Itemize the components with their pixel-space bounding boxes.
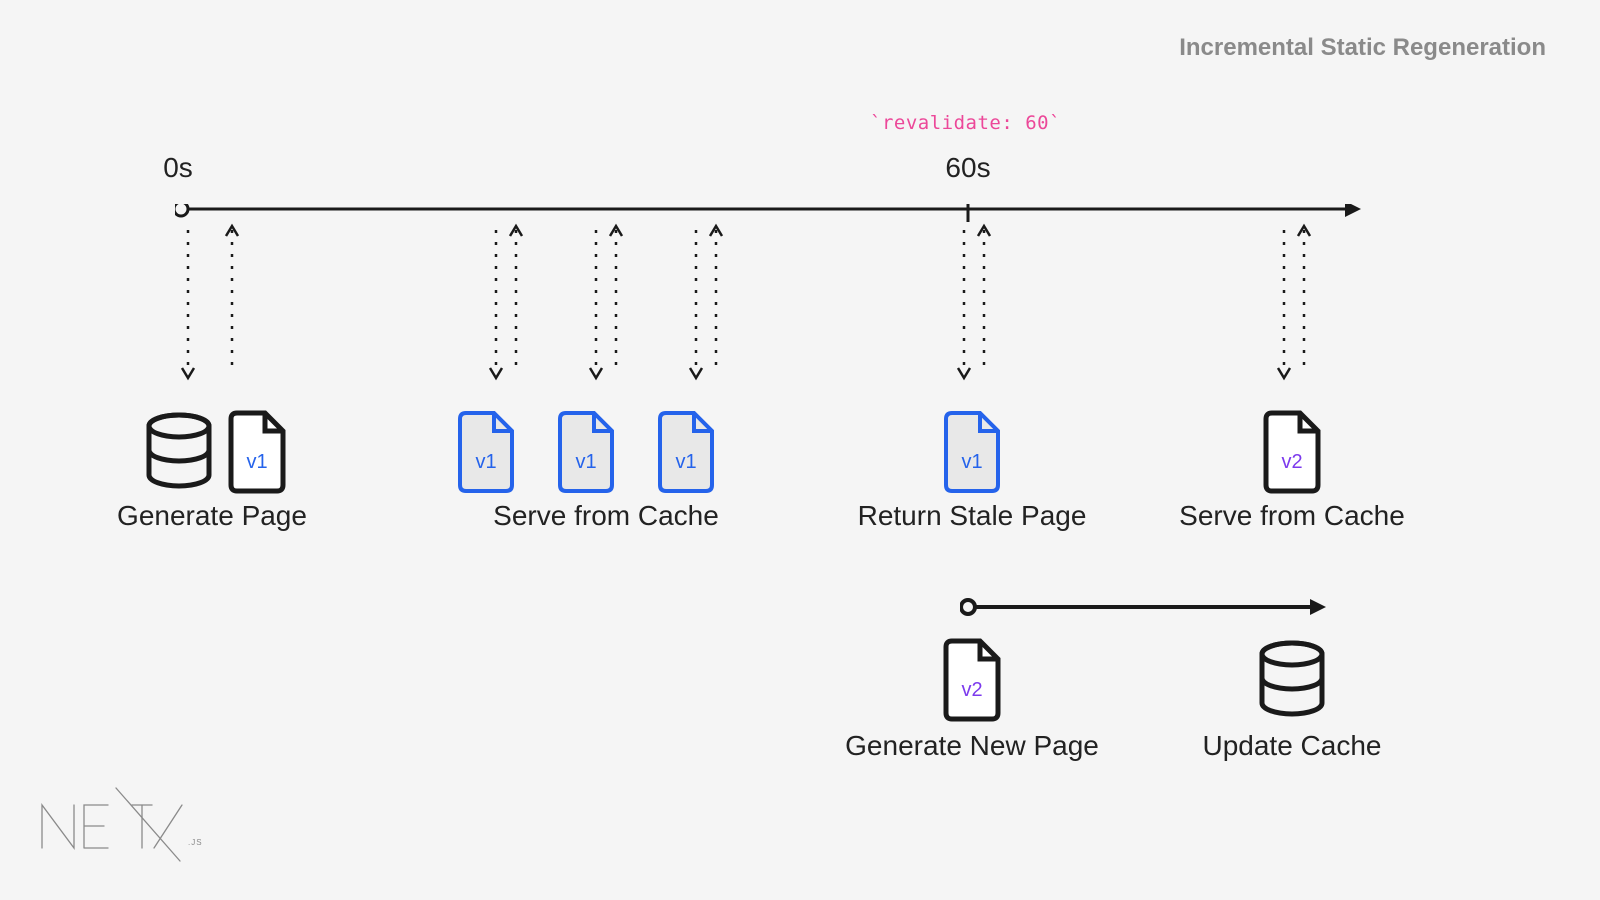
svg-text:v1: v1: [246, 451, 267, 473]
label-serve-cache-1: Serve from Cache: [493, 500, 719, 532]
timeline-axis: [175, 204, 1375, 234]
diagram-title: Incremental Static Regeneration: [1179, 34, 1546, 62]
step-update-cache-icon: [1252, 637, 1332, 728]
svg-text:.JS: .JS: [188, 838, 203, 847]
tick-60s: 60s: [945, 152, 990, 184]
nextjs-logo: .JS: [32, 783, 212, 868]
arrows-return-stale: [956, 222, 992, 387]
arrows-serve-cache-1a: [488, 222, 524, 387]
label-generate-new: Generate New Page: [845, 730, 1099, 762]
revalidate-code: `revalidate: 60`: [870, 112, 1061, 134]
svg-text:v1: v1: [475, 451, 496, 473]
svg-text:v2: v2: [961, 679, 982, 701]
label-return-stale: Return Stale Page: [858, 500, 1087, 532]
step-serve-cache-2-icon: v2: [1260, 409, 1324, 500]
step-serve-cache-1-icons: v1 v1 v1: [456, 409, 756, 500]
arrows-serve-cache-1b: [588, 222, 624, 387]
svg-text:v2: v2: [1281, 451, 1302, 473]
tick-0s: 0s: [163, 152, 193, 184]
label-generate-page: Generate Page: [117, 500, 307, 532]
step-generate-page-icons: v1: [137, 409, 287, 500]
label-serve-cache-2: Serve from Cache: [1179, 500, 1405, 532]
arrows-serve-cache-1c: [688, 222, 724, 387]
svg-text:v1: v1: [961, 451, 982, 473]
step-generate-new-icon: v2: [940, 637, 1004, 728]
regen-arrow: [960, 593, 1340, 621]
svg-text:v1: v1: [675, 451, 696, 473]
svg-text:v1: v1: [575, 451, 596, 473]
arrows-serve-cache-2: [1276, 222, 1312, 387]
label-update-cache: Update Cache: [1202, 730, 1381, 762]
step-return-stale-icon: v1: [940, 409, 1004, 500]
arrows-generate-page: [180, 222, 240, 387]
